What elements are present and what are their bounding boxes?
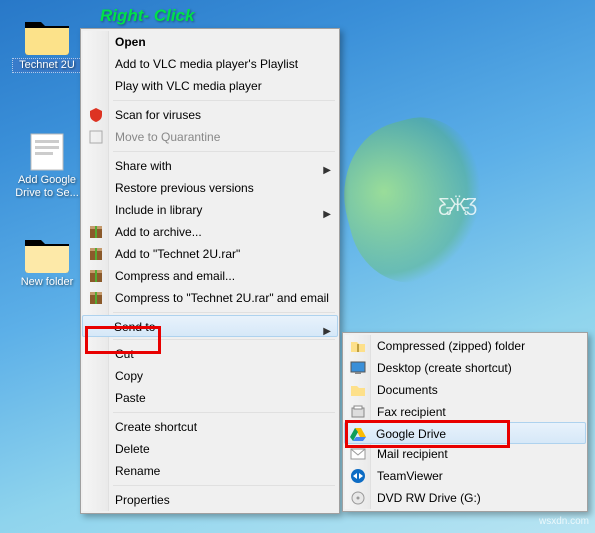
desktop-icon-label: Add Google Drive to Se... bbox=[12, 174, 82, 200]
menu-item-open[interactable]: Open bbox=[83, 31, 337, 53]
menu-item-label: Add to "Technet 2U.rar" bbox=[115, 247, 240, 261]
menu-item-label: Google Drive bbox=[376, 427, 446, 441]
menu-item-label: Create shortcut bbox=[115, 420, 197, 434]
watermark-label: wsxdn.com bbox=[539, 516, 589, 527]
winrar-icon bbox=[88, 224, 104, 240]
menu-item-vlc-play[interactable]: Play with VLC media player bbox=[83, 75, 337, 97]
menu-item-label: Rename bbox=[115, 464, 160, 478]
menu-item-compress-email[interactable]: Compress and email... bbox=[83, 265, 337, 287]
submenu-item-google-drive[interactable]: Google Drive bbox=[344, 422, 586, 444]
menu-item-label: Fax recipient bbox=[377, 405, 446, 419]
context-menu: Open Add to VLC media player's Playlist … bbox=[80, 28, 340, 514]
winrar-icon bbox=[88, 290, 104, 306]
menu-item-label: Include in library bbox=[115, 203, 202, 217]
submenu-item-fax[interactable]: Fax recipient bbox=[345, 401, 585, 423]
menu-item-label: Delete bbox=[115, 442, 150, 456]
menu-item-label: Send to bbox=[114, 320, 155, 334]
menu-item-cut[interactable]: Cut bbox=[83, 343, 337, 365]
menu-item-label: Move to Quarantine bbox=[115, 130, 220, 144]
menu-item-label: Open bbox=[115, 35, 146, 49]
menu-item-label: Documents bbox=[377, 383, 438, 397]
menu-item-label: Compress to "Technet 2U.rar" and email bbox=[115, 291, 329, 305]
submenu-item-documents[interactable]: Documents bbox=[345, 379, 585, 401]
menu-item-restore-previous[interactable]: Restore previous versions bbox=[83, 177, 337, 199]
menu-item-label: Compress and email... bbox=[115, 269, 235, 283]
submenu-item-teamviewer[interactable]: TeamViewer bbox=[345, 465, 585, 487]
menu-separator bbox=[113, 151, 335, 152]
menu-item-label: Restore previous versions bbox=[115, 181, 254, 195]
menu-item-scan-viruses[interactable]: Scan for viruses bbox=[83, 104, 337, 126]
menu-item-label: TeamViewer bbox=[377, 469, 443, 483]
menu-item-quarantine: Move to Quarantine bbox=[83, 126, 337, 148]
menu-item-add-archive[interactable]: Add to archive... bbox=[83, 221, 337, 243]
winrar-icon bbox=[88, 268, 104, 284]
desktop-icon bbox=[350, 360, 366, 376]
submenu-item-compressed[interactable]: Compressed (zipped) folder bbox=[345, 335, 585, 357]
desktop-icon-new-folder[interactable]: New folder bbox=[12, 234, 82, 289]
menu-item-include-library[interactable]: Include in library▶ bbox=[83, 199, 337, 221]
dvd-drive-icon bbox=[350, 490, 366, 506]
menu-item-label: Mail recipient bbox=[377, 447, 448, 461]
menu-item-rename[interactable]: Rename bbox=[83, 460, 337, 482]
menu-item-label: Add to archive... bbox=[115, 225, 202, 239]
menu-item-send-to[interactable]: Send to▶ bbox=[82, 315, 338, 337]
fax-icon bbox=[350, 404, 366, 420]
folder-icon bbox=[23, 16, 71, 56]
document-icon bbox=[23, 132, 71, 172]
menu-separator bbox=[113, 100, 335, 101]
menu-item-copy[interactable]: Copy bbox=[83, 365, 337, 387]
menu-item-label: DVD RW Drive (G:) bbox=[377, 491, 481, 505]
menu-item-label: Scan for viruses bbox=[115, 108, 201, 122]
menu-separator bbox=[113, 412, 335, 413]
menu-item-paste[interactable]: Paste bbox=[83, 387, 337, 409]
documents-icon bbox=[350, 382, 366, 398]
submenu-item-desktop-shortcut[interactable]: Desktop (create shortcut) bbox=[345, 357, 585, 379]
menu-item-label: Share with bbox=[115, 159, 172, 173]
menu-item-add-rar[interactable]: Add to "Technet 2U.rar" bbox=[83, 243, 337, 265]
google-drive-icon bbox=[350, 426, 366, 442]
winrar-icon bbox=[88, 246, 104, 262]
menu-separator bbox=[113, 339, 335, 340]
menu-separator bbox=[113, 485, 335, 486]
menu-item-label: Properties bbox=[115, 493, 170, 507]
menu-item-share-with[interactable]: Share with▶ bbox=[83, 155, 337, 177]
menu-item-label: Desktop (create shortcut) bbox=[377, 361, 512, 375]
menu-item-label: Copy bbox=[115, 369, 143, 383]
chevron-right-icon: ▶ bbox=[323, 321, 331, 343]
desktop-icon-technet[interactable]: Technet 2U bbox=[12, 16, 82, 73]
submenu-item-mail[interactable]: Mail recipient bbox=[345, 443, 585, 465]
antivirus-icon bbox=[88, 107, 104, 123]
wallpaper-butterfly: Ƹ̵̡Ӝ̵̨̄Ʒ bbox=[438, 195, 477, 216]
menu-item-label: Cut bbox=[115, 347, 134, 361]
zip-folder-icon bbox=[350, 338, 366, 354]
quarantine-icon bbox=[88, 129, 104, 145]
submenu-item-dvd-drive[interactable]: DVD RW Drive (G:) bbox=[345, 487, 585, 509]
menu-item-label: Compressed (zipped) folder bbox=[377, 339, 525, 353]
folder-icon bbox=[23, 234, 71, 274]
menu-separator bbox=[113, 312, 335, 313]
menu-item-label: Add to VLC media player's Playlist bbox=[115, 57, 298, 71]
teamviewer-icon bbox=[350, 468, 366, 484]
menu-item-label: Play with VLC media player bbox=[115, 79, 262, 93]
menu-item-delete[interactable]: Delete bbox=[83, 438, 337, 460]
menu-item-create-shortcut[interactable]: Create shortcut bbox=[83, 416, 337, 438]
annotation-label: Right- Click bbox=[100, 6, 194, 26]
menu-item-compress-rar-email[interactable]: Compress to "Technet 2U.rar" and email bbox=[83, 287, 337, 309]
desktop-icon-label: Technet 2U bbox=[12, 58, 82, 73]
mail-icon bbox=[350, 446, 366, 462]
desktop-icon-add-google[interactable]: Add Google Drive to Se... bbox=[12, 132, 82, 200]
menu-item-properties[interactable]: Properties bbox=[83, 489, 337, 511]
menu-item-vlc-playlist[interactable]: Add to VLC media player's Playlist bbox=[83, 53, 337, 75]
menu-item-label: Paste bbox=[115, 391, 146, 405]
desktop-icon-label: New folder bbox=[12, 276, 82, 289]
send-to-submenu: Compressed (zipped) folder Desktop (crea… bbox=[342, 332, 588, 512]
